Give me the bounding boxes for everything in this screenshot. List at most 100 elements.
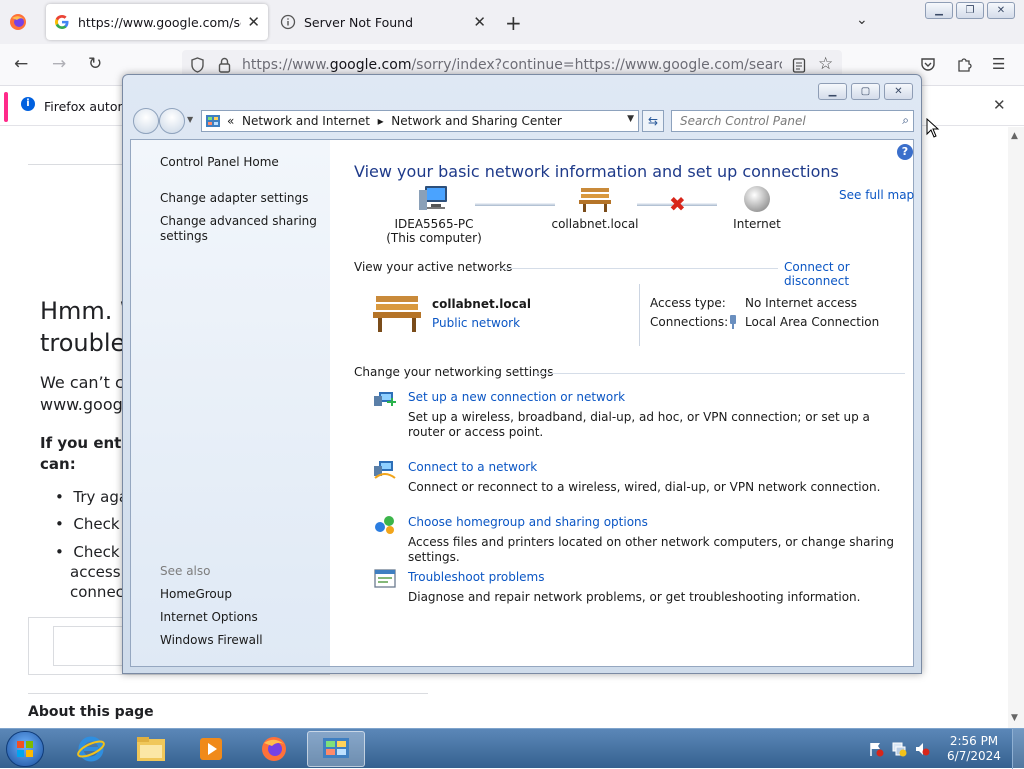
active-network-name: collabnet.local [432, 297, 531, 311]
task-link[interactable]: Connect to a network [408, 460, 537, 474]
bookmark-star-icon[interactable]: ☆ [818, 54, 833, 74]
scroll-up-arrow-icon[interactable]: ▲ [1011, 131, 1018, 141]
internet-explorer-icon [77, 736, 105, 762]
reader-view-icon[interactable] [792, 58, 806, 73]
explorer-taskbar-button[interactable] [122, 731, 180, 767]
control-panel-icon [206, 115, 220, 127]
minimize-icon[interactable]: ▁ [925, 2, 953, 19]
lock-icon[interactable] [218, 57, 231, 73]
task-link[interactable]: Set up a new connection or network [408, 390, 625, 404]
change-advanced-sharing-link[interactable]: Change advanced sharing [160, 214, 317, 228]
change-adapter-settings-link[interactable]: Change adapter settings [160, 191, 308, 205]
internet-options-link[interactable]: Internet Options [160, 610, 258, 624]
control-panel-taskbar-button[interactable] [307, 731, 365, 767]
firefox-taskbar-button[interactable] [245, 731, 303, 767]
task-description: Access files and printers located on oth… [408, 535, 894, 564]
active-networks-heading: View your active networks [354, 260, 513, 274]
close-tab-icon[interactable]: ✕ [247, 13, 260, 31]
close-window-icon[interactable]: ✕ [987, 2, 1015, 19]
search-input[interactable]: Search Control Panel ⌕ [671, 110, 914, 132]
ethernet-icon [728, 315, 738, 332]
action-center-flag-icon[interactable] [868, 741, 884, 757]
no-connection-x-icon[interactable]: ✖ [669, 192, 686, 216]
this-computer-node[interactable]: IDEA5565-PC (This computer) [374, 184, 494, 245]
menu-hamburger-icon[interactable]: ☰ [992, 55, 1005, 73]
homegroup-link[interactable]: HomeGroup [160, 587, 232, 601]
info-circle-icon [280, 14, 296, 30]
clock-date: 6/7/2024 [947, 749, 1001, 763]
breadcrumb-overflow[interactable]: « [227, 114, 234, 128]
about-this-page-heading: About this page [28, 704, 154, 720]
change-advanced-sharing-link[interactable]: settings [160, 229, 208, 243]
maximize-icon[interactable]: ▢ [851, 83, 880, 100]
divider [28, 164, 128, 165]
homegroup-icon[interactable] [373, 513, 397, 535]
address-bar[interactable]: « Network and Internet ▸ Network and Sha… [201, 110, 639, 132]
show-desktop-button[interactable] [1012, 729, 1024, 769]
computer-subtitle: (This computer) [386, 231, 482, 245]
internet-explorer-taskbar-button[interactable] [62, 731, 120, 767]
help-icon[interactable]: ? [897, 144, 913, 160]
media-player-icon [200, 738, 222, 760]
network-tray-icon[interactable] [891, 741, 907, 757]
close-tab-icon[interactable]: ✕ [473, 13, 486, 31]
network-sharing-center-window: ▁ ▢ ✕ ▼ « Network and Internet ▸ Network… [122, 74, 922, 674]
tracking-shield-icon[interactable] [190, 57, 205, 73]
see-full-map-link[interactable]: See full map [839, 188, 914, 202]
media-player-taskbar-button[interactable] [182, 731, 240, 767]
network-type-link[interactable]: Public network [432, 316, 520, 330]
pocket-icon[interactable] [920, 56, 936, 72]
scroll-down-arrow-icon[interactable]: ▼ [1011, 713, 1018, 723]
search-icon[interactable]: ⌕ [902, 113, 909, 128]
windows-logo-icon [17, 741, 33, 757]
minimize-icon[interactable]: ▁ [818, 83, 847, 100]
url-text[interactable]: https://www.google.com/sorry/index?conti… [242, 57, 782, 73]
refresh-icon[interactable]: ⇆ [642, 110, 664, 132]
tab-google-search[interactable]: https://www.google.com/search? ✕ [46, 4, 268, 40]
task-link[interactable]: Choose homegroup and sharing options [408, 515, 648, 529]
change-settings-heading: Change your networking settings [354, 365, 554, 379]
breadcrumb-network-internet[interactable]: Network and Internet [242, 114, 370, 128]
forward-arrow-icon[interactable]: → [52, 54, 66, 74]
back-button[interactable] [133, 108, 159, 134]
control-panel-home-link[interactable]: Control Panel Home [160, 155, 279, 169]
reload-icon[interactable]: ↻ [88, 54, 102, 74]
address-row: ▼ « Network and Internet ▸ Network and S… [131, 107, 915, 135]
main-pane: ? View your basic network information an… [330, 140, 915, 666]
error-text: We can’t co [40, 373, 134, 392]
public-network-bench-icon[interactable] [372, 292, 422, 334]
tab-title: https://www.google.com/search? [78, 14, 241, 30]
volume-muted-icon[interactable] [914, 741, 930, 757]
breadcrumb-sharing-center[interactable]: Network and Sharing Center [391, 114, 562, 128]
connect-or-disconnect-link[interactable]: Connect or disconnect [784, 260, 915, 288]
start-button[interactable] [6, 731, 44, 767]
close-notification-icon[interactable]: ✕ [993, 96, 1006, 114]
recent-pages-dropdown-icon[interactable]: ▼ [187, 115, 193, 124]
troubleshoot-icon[interactable] [373, 568, 397, 590]
divider [28, 693, 428, 694]
page-scrollbar[interactable]: ▲ ▼ [1008, 127, 1024, 728]
browser-window-controls: ▁ ❐ ✕ [925, 2, 1015, 19]
connect-network-icon[interactable] [373, 458, 397, 480]
new-tab-plus-icon[interactable]: + [505, 11, 522, 35]
new-connection-icon[interactable] [373, 388, 397, 410]
firefox-logo-icon[interactable] [8, 12, 28, 32]
restore-icon[interactable]: ❐ [956, 2, 984, 19]
extensions-puzzle-icon[interactable] [956, 56, 972, 72]
network-node[interactable]: collabnet.local [535, 184, 655, 231]
back-arrow-icon[interactable]: ← [14, 54, 28, 74]
system-clock[interactable]: 2:56 PM 6/7/2024 [944, 734, 1004, 764]
forward-button[interactable] [159, 108, 185, 134]
address-dropdown-icon[interactable]: ▼ [627, 114, 634, 124]
close-window-icon[interactable]: ✕ [884, 83, 913, 100]
windows-firewall-link[interactable]: Windows Firewall [160, 633, 263, 647]
internet-node[interactable]: Internet [697, 184, 817, 231]
list-all-tabs-chevron-icon[interactable]: ⌄ [856, 12, 868, 28]
local-area-connection-link[interactable]: Local Area Connection [745, 315, 879, 329]
page-title: View your basic network information and … [354, 162, 839, 181]
tab-server-not-found[interactable]: Server Not Found ✕ [272, 4, 494, 40]
window-controls: ▁ ▢ ✕ [818, 83, 913, 100]
task-link[interactable]: Troubleshoot problems [408, 570, 544, 584]
breadcrumb-separator-icon[interactable]: ▸ [378, 114, 384, 128]
error-subheading: can: [40, 455, 76, 473]
